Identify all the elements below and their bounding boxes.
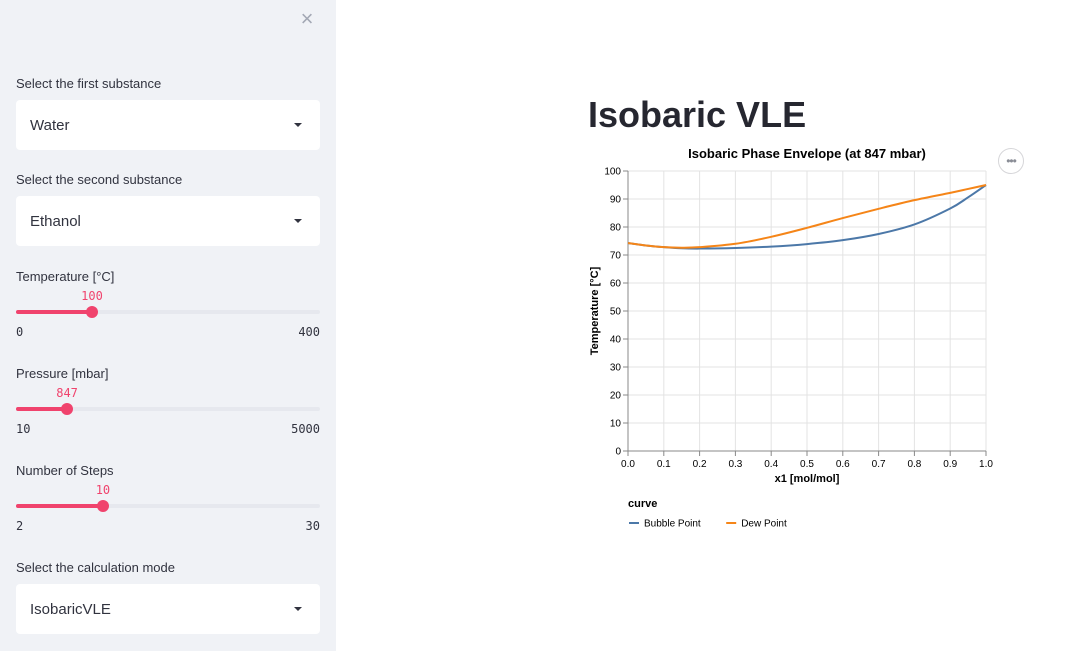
close-icon[interactable]: × (296, 8, 318, 30)
slider-fill (16, 504, 103, 508)
x-tick-label: 0.7 (872, 459, 886, 470)
x-tick-label: 0.6 (836, 459, 850, 470)
slider-max-value: 400 (298, 325, 320, 339)
y-tick-label: 10 (610, 419, 622, 430)
pressure-slider[interactable]: 847 10 5000 (16, 386, 320, 446)
slider-max-value: 30 (305, 519, 320, 533)
x-tick-label: 1.0 (979, 459, 993, 470)
first-substance-label: Select the first substance (16, 76, 162, 91)
steps-label: Number of Steps (16, 463, 114, 478)
y-tick-label: 80 (610, 223, 622, 234)
mode-label: Select the calculation mode (16, 560, 175, 575)
slider-current-value: 100 (81, 289, 103, 303)
y-tick-label: 20 (610, 391, 622, 402)
slider-fill (16, 310, 92, 314)
slider-min-value: 2 (16, 519, 24, 533)
slider-thumb[interactable] (96, 500, 109, 512)
x-tick-label: 0.0 (621, 459, 635, 470)
second-substance-label: Select the second substance (16, 172, 183, 187)
chevron-down-icon (294, 607, 302, 611)
slider-min-value: 10 (16, 422, 31, 436)
x-tick-label: 0.1 (657, 459, 671, 470)
legend-label-dew-point: Dew Point (741, 519, 787, 530)
y-tick-label: 90 (610, 195, 622, 206)
legend-title: curve (628, 498, 657, 510)
second-substance-select[interactable]: Ethanol (16, 196, 320, 246)
slider-min-value: 0 (16, 325, 24, 339)
slider-thumb[interactable] (61, 403, 74, 415)
y-tick-label: 70 (610, 251, 622, 262)
more-horizontal-icon[interactable]: ••• (998, 148, 1024, 174)
sidebar: × Select the first substance Water Selec… (0, 0, 336, 651)
slider-thumb[interactable] (86, 306, 98, 318)
y-tick-label: 60 (610, 279, 622, 290)
chart-title: Isobaric Phase Envelope (at 847 mbar) (688, 146, 926, 161)
page-title: Isobaric VLE (588, 94, 807, 135)
slider-current-value: 10 (95, 483, 111, 497)
x-tick-label: 0.5 (800, 459, 814, 470)
slider-max-value: 5000 (291, 422, 320, 436)
x-axis-label: x1 [mol/mol] (775, 473, 840, 485)
y-tick-label: 30 (610, 363, 622, 374)
mode-value: IsobaricVLE (30, 601, 111, 618)
x-tick-label: 0.8 (907, 459, 921, 470)
chevron-down-icon (294, 123, 302, 127)
chevron-down-icon (294, 219, 302, 223)
steps-slider[interactable]: 10 2 30 (16, 483, 320, 543)
x-tick-label: 0.3 (728, 459, 742, 470)
second-substance-value: Ethanol (30, 213, 81, 230)
x-tick-label: 0.9 (943, 459, 957, 470)
first-substance-select[interactable]: Water (16, 100, 320, 150)
y-tick-label: 40 (610, 335, 622, 346)
pressure-label: Pressure [mbar] (16, 366, 109, 381)
y-tick-label: 0 (615, 447, 621, 458)
mode-select[interactable]: IsobaricVLE (16, 584, 320, 634)
x-tick-label: 0.4 (764, 459, 778, 470)
y-tick-label: 100 (604, 167, 621, 178)
y-tick-label: 50 (610, 307, 622, 318)
y-axis-label: Temperature [°C] (589, 266, 601, 355)
x-tick-label: 0.2 (693, 459, 707, 470)
slider-fill (16, 407, 68, 411)
slider-current-value: 847 (56, 386, 78, 400)
legend-label-bubble-point: Bubble Point (644, 519, 701, 530)
temperature-label: Temperature [°C] (16, 269, 115, 284)
temperature-slider[interactable]: 100 0 400 (16, 289, 320, 349)
first-substance-value: Water (30, 117, 70, 134)
phase-envelope-chart: Isobaric Phase Envelope (at 847 mbar) 0.0… (589, 146, 993, 530)
